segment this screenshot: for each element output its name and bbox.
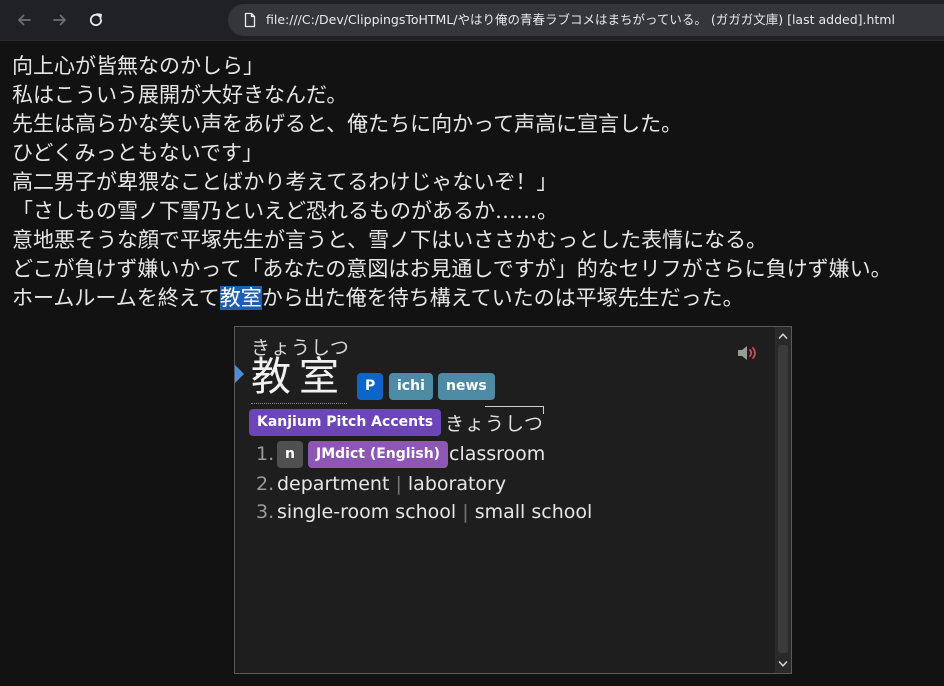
definition-gloss: classroom [449, 443, 546, 465]
book-text: 向上心が皆無なのかしら」 私はこういう展開が大好きなんだ。 先生は高らかな笑い声… [12, 52, 944, 313]
text-line: 「さしもの雪ノ下雪乃といえど恐れるものがあるか……。 [12, 199, 558, 223]
address-bar[interactable]: file:///C:/Dev/ClippingsToHTML/やはり俺の青春ラブ… [228, 4, 944, 36]
definition-number: 2. [256, 473, 275, 495]
scroll-down-icon[interactable] [778, 659, 788, 669]
reload-button[interactable] [84, 8, 108, 32]
url-text[interactable]: file:///C:/Dev/ClippingsToHTML/やはり俺の青春ラブ… [266, 12, 895, 28]
definition-gloss: small school [474, 501, 593, 523]
frequency-tag[interactable]: news [438, 373, 495, 400]
definition-gloss-line: department | laboratory [277, 473, 506, 495]
back-button[interactable] [12, 8, 36, 32]
popup-scrollbar[interactable] [775, 327, 791, 673]
definition-number: 3. [256, 501, 275, 523]
forward-button[interactable] [48, 8, 72, 32]
gloss-separator: | [462, 501, 469, 523]
frequency-tag[interactable]: ichi [389, 373, 433, 400]
text-line: 私はこういう展開が大好きなんだ。 [12, 83, 348, 107]
pitch-dictionary-tag[interactable]: Kanjium Pitch Accents [249, 409, 442, 436]
priority-tag[interactable]: P [357, 373, 384, 400]
speaker-icon[interactable] [735, 343, 761, 363]
pitch-high-line [485, 406, 543, 407]
gloss-separator: | [395, 473, 402, 495]
forward-arrow-icon [53, 14, 66, 26]
selected-word[interactable]: 教室 [219, 286, 262, 310]
file-icon [244, 12, 256, 28]
pitch-accent-reading: きょうしつ [445, 409, 544, 436]
text-segment: から出た俺を待ち構えていたのは平塚先生だった。 [261, 286, 744, 310]
text-line: 高二男子が卑猥なことばかり考えてるわけじゃないぞ！」 [12, 170, 558, 194]
definition-gloss: laboratory [407, 473, 507, 495]
dictionary-tag[interactable]: JMdict (English) [308, 441, 449, 468]
text-line: 向上心が皆無なのかしら」 [12, 54, 264, 78]
definition-gloss: department [277, 473, 390, 495]
scroll-thumb[interactable] [778, 345, 788, 653]
headword[interactable]: 教室 [251, 353, 347, 404]
text-line: どこが負けず嫌いかって「あなたの意図はお見通しですが」的なセリフがさらに負けず嫌… [12, 257, 892, 281]
browser-toolbar: file:///C:/Dev/ClippingsToHTML/やはり俺の青春ラブ… [0, 0, 944, 41]
scroll-up-icon[interactable] [778, 331, 788, 341]
reload-icon [89, 13, 103, 27]
definition-gloss-line: single-room school | small school [277, 501, 592, 523]
text-line: 意地悪そうな顔で平塚先生が言うと、雪ノ下はいささかむっとした表情になる。 [12, 228, 768, 252]
pitch-high-part: うしつ [485, 413, 544, 435]
dictionary-popup: きょうしつ 教室 P ichi news Kanjium Pitch Accen… [234, 326, 792, 674]
part-of-speech-tag[interactable]: n [277, 441, 303, 468]
text-line: ひどくみっともないです」 [12, 141, 263, 165]
pitch-drop-line [543, 406, 544, 414]
text-line: 先生は高らかな笑い声をあげると、俺たちに向かって声高に宣言した。 [12, 112, 683, 136]
current-entry-marker [235, 365, 244, 383]
text-line: ホームルームを終えて教室から出た俺を待ち構えていたのは平塚先生だった。 [12, 284, 944, 313]
definition-gloss: single-room school [277, 501, 457, 523]
pitch-low-part: きょ [445, 413, 486, 435]
definition-number: 1. [256, 443, 275, 465]
text-segment: ホームルームを終えて [12, 286, 220, 310]
back-arrow-icon [18, 14, 31, 26]
